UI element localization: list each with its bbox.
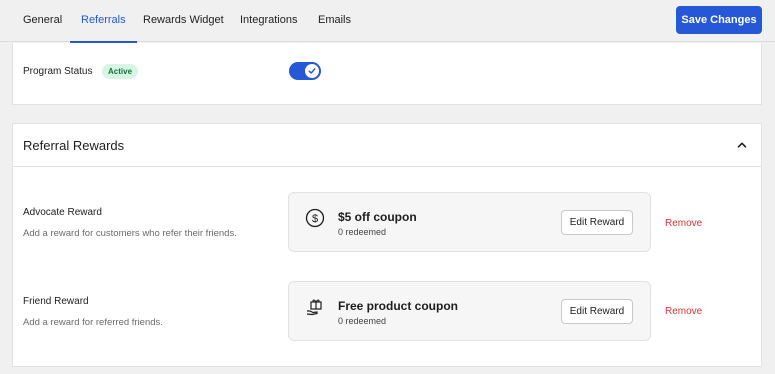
advocate-reward-redeemed: 0 redeemed <box>338 227 387 237</box>
friend-reward-title: Friend Reward <box>23 296 89 307</box>
save-changes-button[interactable]: Save Changes <box>676 6 762 34</box>
top-nav: General Referrals Rewards Widget Integra… <box>0 0 775 43</box>
advocate-edit-reward-button[interactable]: Edit Reward <box>561 210 633 235</box>
advocate-remove-link[interactable]: Remove <box>665 218 702 229</box>
chevron-up-icon[interactable] <box>735 138 749 152</box>
advocate-reward-box: $ $5 off coupon 0 redeemed Edit Reward <box>288 192 651 252</box>
svg-text:$: $ <box>312 213 318 225</box>
card-header: Referral Rewards <box>13 124 761 167</box>
tab-referrals[interactable]: Referrals <box>70 0 137 43</box>
friend-reward-box: Free product coupon 0 redeemed Edit Rewa… <box>288 281 651 341</box>
referral-rewards-card: Referral Rewards Advocate Reward Add a r… <box>12 123 762 367</box>
advocate-reward-name: $5 off coupon <box>338 210 417 224</box>
status-badge: Active <box>102 64 139 79</box>
toggle-knob <box>305 64 319 78</box>
advocate-reward-title: Advocate Reward <box>23 207 102 218</box>
tab-rewards-widget[interactable]: Rewards Widget <box>143 0 224 42</box>
dollar-circle-icon: $ <box>305 208 325 228</box>
tab-integrations[interactable]: Integrations <box>240 0 297 42</box>
friend-reward-redeemed: 0 redeemed <box>338 316 387 326</box>
tab-emails[interactable]: Emails <box>318 0 351 42</box>
advocate-reward-description: Add a reward for customers who refer the… <box>23 228 237 239</box>
friend-reward-description: Add a reward for referred friends. <box>23 317 163 328</box>
friend-edit-reward-button[interactable]: Edit Reward <box>561 299 633 324</box>
program-status-label: Program Status <box>23 66 93 77</box>
check-icon <box>308 68 316 74</box>
card-title: Referral Rewards <box>23 138 125 153</box>
program-status-toggle[interactable] <box>289 62 321 80</box>
gift-hand-icon <box>306 299 322 316</box>
friend-reward-name: Free product coupon <box>338 299 458 313</box>
program-status-card: Program Status Active <box>12 43 762 105</box>
tab-general[interactable]: General <box>23 0 62 42</box>
friend-remove-link[interactable]: Remove <box>665 306 702 317</box>
